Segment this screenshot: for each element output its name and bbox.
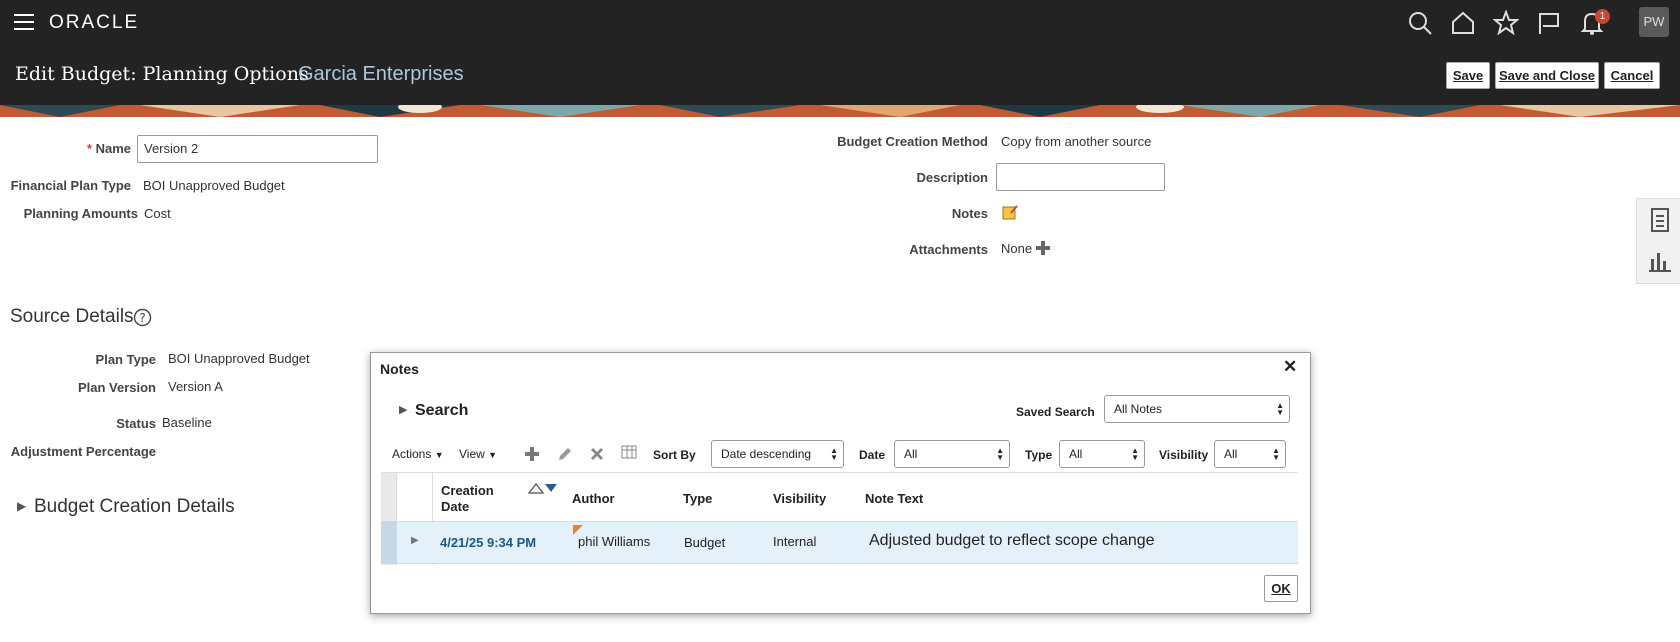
planning-amounts-value: Cost: [144, 206, 171, 221]
date-filter-value: All: [904, 447, 918, 461]
row-visibility: Internal: [773, 534, 817, 549]
adjustment-percentage-label: Adjustment Percentage: [10, 444, 156, 459]
date-filter-label: Date: [859, 448, 886, 462]
attachments-value: None: [1001, 241, 1033, 256]
user-avatar[interactable]: PW: [1639, 7, 1669, 37]
dropdown-arrow-icon: ▼: [434, 450, 444, 460]
sort-by-label: Sort By: [653, 448, 696, 462]
notification-badge: 1: [1595, 9, 1610, 24]
save-button[interactable]: Save: [1446, 62, 1490, 89]
actions-label: Actions: [392, 447, 432, 461]
description-input[interactable]: [996, 163, 1165, 191]
global-header: ORACLE 1 PW: [0, 0, 1680, 45]
add-icon[interactable]: [524, 446, 540, 462]
status-label: Status: [116, 416, 156, 431]
help-icon[interactable]: ?: [133, 308, 152, 327]
notes-label: Notes: [951, 206, 988, 221]
plan-version-label: Plan Version: [77, 380, 156, 395]
search-icon[interactable]: [1407, 10, 1433, 36]
analytics-chart-icon[interactable]: [1648, 247, 1672, 273]
select-arrows-icon: ▲ ▼: [830, 446, 838, 462]
page-subtitle: Garcia Enterprises: [298, 63, 464, 85]
close-icon[interactable]: ✕: [1283, 357, 1297, 377]
status-value: Baseline: [162, 415, 212, 430]
name-label: * Name: [20, 141, 131, 156]
table-row[interactable]: ▶ 4/21/25 9:34 PM phil Williams Budget I…: [381, 521, 1298, 564]
menu-icon[interactable]: [14, 14, 34, 30]
row-note-text: Adjusted budget to reflect scope change: [869, 532, 1155, 549]
type-filter-value: All: [1069, 447, 1083, 461]
row-selector[interactable]: [381, 522, 397, 563]
row-creation-date-link[interactable]: 4/21/25 9:34 PM: [440, 535, 536, 550]
view-menu[interactable]: View ▼: [459, 447, 497, 461]
saved-search-label: Saved Search: [1016, 405, 1095, 419]
edit-pencil-icon[interactable]: [557, 446, 573, 462]
favorites-star-icon[interactable]: [1492, 9, 1520, 36]
saved-search-value: All Notes: [1114, 402, 1163, 416]
view-label: View: [459, 447, 485, 461]
name-input[interactable]: Version 2: [137, 135, 378, 163]
plan-type-value: BOI Unapproved Budget: [168, 351, 310, 366]
name-label-text: Name: [95, 141, 131, 156]
visibility-filter-label: Visibility: [1159, 448, 1209, 462]
oracle-logo[interactable]: ORACLE: [49, 12, 139, 34]
cancel-button[interactable]: Cancel: [1604, 62, 1660, 89]
sort-ascending-descending-icon[interactable]: [527, 481, 558, 495]
saved-search-select[interactable]: All Notes ▲ ▼: [1104, 395, 1290, 423]
dropdown-arrow-icon: ▼: [488, 450, 498, 460]
budget-creation-method-label: Budget Creation Method: [837, 134, 988, 149]
column-header-author[interactable]: Author: [572, 491, 615, 506]
column-header-visibility[interactable]: Visibility: [773, 491, 826, 506]
plan-version-value: Version A: [168, 379, 223, 394]
ok-button[interactable]: OK: [1264, 575, 1298, 602]
save-and-close-button[interactable]: Save and Close: [1495, 62, 1599, 89]
visibility-filter-select[interactable]: All ▲ ▼: [1214, 440, 1286, 468]
search-expand-icon[interactable]: ▶: [399, 403, 407, 416]
source-details-heading: Source Details: [10, 306, 134, 327]
plan-type-label: Plan Type: [95, 352, 156, 367]
type-filter-select[interactable]: All ▲ ▼: [1059, 440, 1145, 468]
row-author: phil Williams: [578, 534, 651, 549]
side-panel: [1636, 198, 1680, 284]
visibility-filter-value: All: [1224, 447, 1238, 461]
dialog-title: Notes: [380, 361, 419, 377]
select-arrows-icon: ▲ ▼: [1272, 446, 1280, 462]
detach-table-icon[interactable]: [621, 445, 638, 462]
type-filter-label: Type: [1025, 448, 1053, 462]
svg-text:?: ?: [139, 311, 145, 325]
sort-by-value: Date descending: [721, 447, 812, 461]
document-icon[interactable]: [1649, 207, 1671, 233]
column-header-type[interactable]: Type: [683, 491, 712, 506]
decorative-banner: [0, 105, 1680, 117]
row-type: Budget: [684, 535, 726, 550]
planning-amounts-label: Planning Amounts: [23, 206, 138, 221]
actions-menu[interactable]: Actions ▼: [392, 447, 444, 461]
delete-icon[interactable]: [589, 446, 605, 462]
page-title: Edit Budget: Planning Options: [15, 63, 309, 85]
attachments-label: Attachments: [909, 242, 988, 257]
select-arrows-icon: ▲ ▼: [1131, 446, 1139, 462]
sort-by-select[interactable]: Date descending ▲ ▼: [711, 440, 844, 468]
home-icon[interactable]: [1450, 10, 1476, 36]
flag-icon[interactable]: [1536, 10, 1562, 36]
select-arrows-icon: ▲ ▼: [1276, 401, 1284, 417]
financial-plan-type-label: Financial Plan Type: [10, 178, 131, 193]
column-header-note-text[interactable]: Note Text: [865, 491, 923, 506]
budget-creation-method-value: Copy from another source: [1001, 134, 1152, 149]
notes-icon[interactable]: [1002, 204, 1018, 220]
column-header-creation-date[interactable]: Creation Date: [441, 483, 511, 515]
financial-plan-type-value: BOI Unapproved Budget: [143, 178, 285, 193]
budget-creation-details-heading[interactable]: Budget Creation Details: [34, 496, 235, 518]
required-indicator: *: [86, 141, 92, 156]
expand-triangle-icon[interactable]: ▶: [17, 499, 26, 513]
select-arrows-icon: ▲ ▼: [996, 446, 1004, 462]
row-expand-icon[interactable]: ▶: [411, 535, 419, 546]
add-attachment-icon[interactable]: [1036, 241, 1050, 255]
description-label: Description: [916, 170, 988, 185]
search-section-toggle[interactable]: Search: [415, 402, 468, 420]
date-filter-select[interactable]: All ▲ ▼: [894, 440, 1010, 468]
notes-dialog: Notes ✕ ▶ Search Saved Search All Notes ▲…: [370, 352, 1311, 614]
